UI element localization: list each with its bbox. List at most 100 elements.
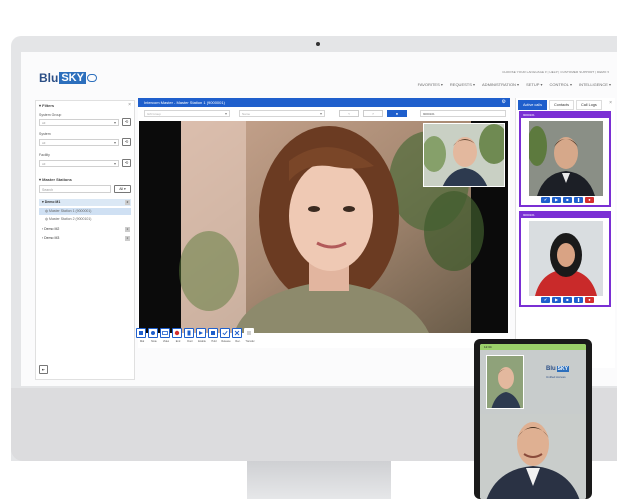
phone-status-bar: 12:34	[480, 344, 586, 350]
calls-panel: Active calls Contacts Call Logs × 900010…	[515, 98, 615, 368]
tree-label: Master Station 1 (9000001)	[49, 209, 92, 213]
tool-label: Transfer	[245, 340, 255, 343]
enable-button[interactable]: Enable	[196, 328, 206, 343]
pause-icon[interactable]: ❚	[574, 197, 583, 203]
chevron-down-icon: ▾	[113, 120, 116, 125]
pause-icon	[211, 331, 215, 335]
filters-title-text: Filters	[42, 103, 55, 108]
name-select[interactable]: Name ▾	[239, 110, 325, 117]
self-view-pip[interactable]	[423, 123, 505, 187]
video-icon[interactable]: ■	[563, 197, 572, 203]
intercom-title-bar: Intercom Master - Master Station 1 (9000…	[138, 98, 510, 107]
call-video	[529, 221, 603, 296]
master-stations-text: Master Stations	[42, 177, 72, 182]
end-call-icon[interactable]: ●	[585, 297, 594, 303]
phone-caller-image	[480, 414, 586, 499]
tree-group-demo-m3[interactable]: › Demo M3 2	[39, 235, 131, 242]
phone-logo-tag: Unified Access	[546, 375, 566, 379]
system-select[interactable]: All ▾	[39, 139, 119, 146]
nav-requests[interactable]: REQUESTS ▾	[450, 82, 475, 87]
play-icon[interactable]: ▶	[552, 197, 561, 203]
nav-setup[interactable]: SETUP ▾	[526, 82, 542, 87]
next-button[interactable]: ›	[363, 110, 383, 117]
end-call-icon[interactable]: ●	[585, 197, 594, 203]
record-button[interactable]: Rec.	[232, 328, 242, 343]
end-call-button[interactable]: End	[172, 328, 182, 343]
accept-icon[interactable]: ✔	[541, 297, 550, 303]
tree-label: Master Station 2 (9000101)	[49, 217, 92, 221]
play-icon[interactable]: ▶	[552, 297, 561, 303]
all-dropdown-button[interactable]: All ▾	[114, 185, 131, 193]
app-screen: Blu SKY CHOOSE YOUR LANGUAGE ▾ | HELP | …	[21, 52, 617, 386]
microphone-icon	[151, 331, 155, 335]
station-search-input[interactable]: Search	[39, 185, 111, 193]
station-field[interactable]: 9000101	[420, 110, 506, 117]
previous-button[interactable]: ‹	[339, 110, 359, 117]
intercom-panel: Intercom Master - Master Station 1 (9000…	[138, 98, 510, 348]
tree-group-demo-m1[interactable]: ▾ Demo M1 2	[39, 199, 131, 206]
nav-favorites[interactable]: FAVORITES ▾	[418, 82, 443, 87]
active-call-card[interactable]: 9000101 ✔ ▶ ■ ❚ ●	[519, 211, 611, 307]
play-icon	[199, 331, 203, 335]
pause-icon[interactable]: ❚	[574, 297, 583, 303]
call-card-header: 9000101	[521, 213, 609, 218]
mute-button[interactable]: Mute	[148, 328, 158, 343]
nav-administration[interactable]: ADMINISTRATION ▾	[482, 82, 519, 87]
check-icon	[222, 330, 228, 336]
mobile-app-screen: 12:34 Blu SKY Unified Access	[480, 344, 586, 499]
release-button[interactable]: Release	[220, 328, 231, 343]
system-group-select[interactable]: All ▾	[39, 119, 119, 126]
group-select[interactable]: Gift Group ▾	[144, 110, 230, 117]
tree-item-master-station-2[interactable]: ◍ Master Station 2 (9000101)	[39, 216, 131, 223]
caller-man-image	[529, 121, 603, 196]
tab-call-logs[interactable]: Call Logs	[575, 100, 602, 110]
phone-logo-prefix: Blu	[546, 366, 556, 372]
top-links[interactable]: CHOOSE YOUR LANGUAGE ▾ | HELP | CUSTOMER…	[502, 70, 609, 74]
active-call-card[interactable]: 9000101 ✔ ▶ ■ ❚ ●	[519, 111, 611, 207]
refresh-icon[interactable]: ⟲	[122, 118, 131, 126]
user-button[interactable]: ●	[387, 110, 407, 117]
refresh-icon[interactable]: ⟲	[122, 159, 131, 167]
logo-brand: SKY	[59, 72, 86, 84]
phone-logo: Blu SKY	[546, 366, 569, 372]
nav-intelligence[interactable]: INTELLIGENCE ▾	[579, 82, 611, 87]
door-button[interactable]: Door	[184, 328, 194, 343]
main-nav: FAVORITES ▾ REQUESTS ▾ ADMINISTRATION ▾ …	[418, 82, 611, 87]
transfer-button[interactable]: Transfer	[244, 328, 255, 343]
phone-logo-brand: SKY	[556, 366, 569, 372]
count-badge: 2	[125, 227, 130, 232]
facility-select[interactable]: All ▾	[39, 160, 119, 167]
camera-dot	[316, 42, 320, 46]
chevron-down-icon: ▾	[224, 111, 227, 116]
call-card-controls: ✔ ▶ ■ ❚ ●	[541, 297, 594, 303]
video-icon[interactable]: ■	[563, 297, 572, 303]
call-toolbar: Dial Mute Video End Door Enable Hold Rel…	[136, 328, 255, 343]
station-value: 9000101	[423, 112, 435, 116]
phone-main-video	[480, 414, 586, 499]
collapse-icon[interactable]: ⇤	[39, 365, 48, 374]
tree-item-master-station-1[interactable]: ◍ Master Station 1 (9000001)	[39, 208, 131, 215]
system-value: All	[42, 141, 46, 145]
tree-group-demo-m2[interactable]: › Demo M2 2	[39, 226, 131, 233]
close-icon[interactable]: ×	[128, 102, 131, 108]
tab-contacts[interactable]: Contacts	[549, 100, 574, 110]
close-icon	[234, 330, 240, 336]
close-icon[interactable]: ×	[609, 100, 612, 106]
dial-button[interactable]: Dial	[136, 328, 146, 343]
tab-active-calls[interactable]: Active calls	[518, 100, 547, 110]
nav-control[interactable]: CONTROL ▾	[549, 82, 572, 87]
call-card-id: 9000101	[523, 213, 535, 217]
settings-icon[interactable]: ⚙	[502, 99, 506, 105]
phone-self-view[interactable]	[486, 355, 524, 409]
filters-title[interactable]: ▾ Filters	[39, 103, 54, 108]
master-stations-title[interactable]: ▾ Master Stations	[39, 177, 72, 182]
accept-icon[interactable]: ✔	[541, 197, 550, 203]
system-label: System	[39, 132, 51, 136]
refresh-icon[interactable]: ⟲	[122, 138, 131, 146]
end-call-icon	[174, 330, 180, 336]
count-badge: 2	[125, 200, 130, 205]
video-button[interactable]: Video	[160, 328, 170, 343]
group-placeholder: Gift Group	[147, 112, 161, 116]
hold-button[interactable]: Hold	[208, 328, 218, 343]
app-logo[interactable]: Blu SKY	[39, 70, 97, 86]
